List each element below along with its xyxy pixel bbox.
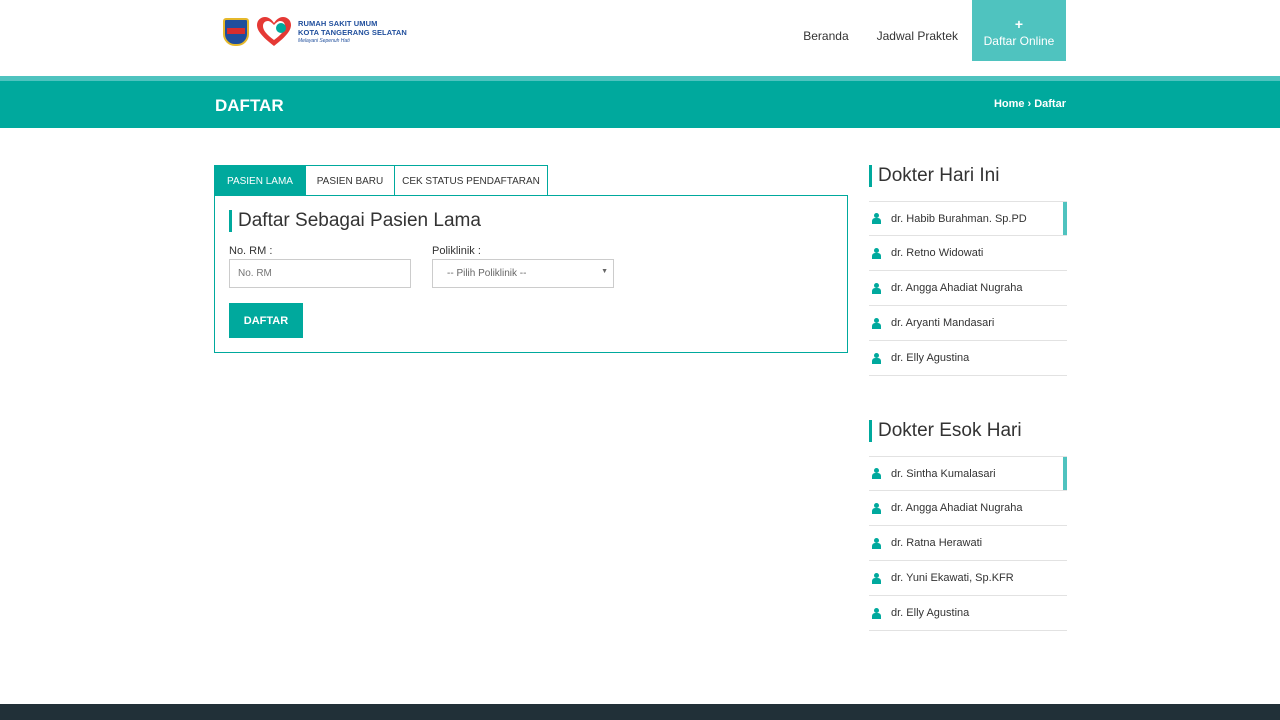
rm-label: No. RM : — [229, 245, 273, 257]
hospital-heart-logo-icon — [255, 16, 293, 48]
doctor-name: dr. Angga Ahadiat Nugraha — [891, 502, 1023, 514]
poliklinik-selected-value: -- Pilih Poliklinik -- — [447, 268, 527, 279]
doctor-list-item[interactable]: dr. Angga Ahadiat Nugraha — [869, 271, 1067, 306]
breadcrumb-home[interactable]: Home — [994, 98, 1025, 110]
registration-tabs: PASIEN LAMA PASIEN BARU CEK STATUS PENDA… — [214, 165, 548, 201]
site-header: RUMAH SAKIT UMUM KOTA TANGERANG SELATAN … — [0, 0, 1280, 76]
doctors-tomorrow-title: Dokter Esok Hari — [869, 420, 1067, 442]
registration-panel: Daftar Sebagai Pasien Lama No. RM : Poli… — [214, 195, 848, 353]
doctor-name: dr. Elly Agustina — [891, 607, 970, 619]
doctor-list-item[interactable]: dr. Elly Agustina — [869, 341, 1067, 376]
doctor-name: dr. Retno Widowati — [891, 247, 984, 259]
tab-cek-status[interactable]: CEK STATUS PENDAFTARAN — [395, 165, 548, 196]
daftar-button[interactable]: DAFTAR — [229, 303, 303, 338]
breadcrumb-separator-icon: › — [1027, 98, 1032, 110]
logo-line-2: KOTA TANGERANG SELATAN — [298, 28, 407, 37]
doctor-list-item[interactable]: dr. Retno Widowati — [869, 236, 1067, 271]
doctor-list-item[interactable]: dr. Aryanti Mandasari — [869, 306, 1067, 341]
main-nav: Beranda Jadwal Praktek + Daftar Online — [789, 0, 1066, 61]
doctor-name: dr. Aryanti Mandasari — [891, 317, 995, 329]
doctors-today-section: Dokter Hari Ini dr. Habib Burahman. Sp.P… — [869, 165, 1067, 376]
nav-beranda[interactable]: Beranda — [789, 0, 862, 61]
doctor-icon — [871, 572, 882, 584]
doctor-icon — [871, 502, 882, 514]
doctor-list-item[interactable]: dr. Habib Burahman. Sp.PD — [869, 201, 1067, 236]
doctor-list-item[interactable]: dr. Sintha Kumalasari — [869, 456, 1067, 491]
nav-daftar-online-label: Daftar Online — [983, 33, 1055, 48]
rm-input[interactable] — [229, 259, 411, 288]
tab-pasien-lama[interactable]: PASIEN LAMA — [214, 165, 306, 201]
page-title: DAFTAR — [215, 96, 284, 115]
doctors-today-list: dr. Habib Burahman. Sp.PD dr. Retno Wido… — [869, 201, 1067, 376]
doctor-list-item[interactable]: dr. Yuni Ekawati, Sp.KFR — [869, 561, 1067, 596]
form-title: Daftar Sebagai Pasien Lama — [229, 210, 481, 232]
doctors-today-title: Dokter Hari Ini — [869, 165, 1067, 187]
logo-line-1: RUMAH SAKIT UMUM — [298, 19, 378, 28]
doctor-name: dr. Angga Ahadiat Nugraha — [891, 282, 1023, 294]
doctors-tomorrow-list: dr. Sintha Kumalasari dr. Angga Ahadiat … — [869, 456, 1067, 631]
poliklinik-select[interactable]: -- Pilih Poliklinik -- ▼ — [432, 259, 614, 288]
doctor-name: dr. Elly Agustina — [891, 352, 970, 364]
doctor-name: dr. Sintha Kumalasari — [891, 467, 996, 480]
nav-daftar-online[interactable]: + Daftar Online — [972, 0, 1066, 61]
caret-down-icon: ▼ — [601, 268, 608, 275]
tab-pasien-baru[interactable]: PASIEN BARU — [306, 165, 395, 196]
doctors-tomorrow-section: Dokter Esok Hari dr. Sintha Kumalasari d… — [869, 420, 1067, 631]
breadcrumb-current: Daftar — [1034, 98, 1066, 110]
site-footer — [0, 704, 1280, 720]
doctor-list-item[interactable]: dr. Elly Agustina — [869, 596, 1067, 631]
doctor-list-item[interactable]: dr. Ratna Herawati — [869, 526, 1067, 561]
doctor-name: dr. Yuni Ekawati, Sp.KFR — [891, 572, 1014, 584]
doctor-icon — [871, 607, 882, 619]
doctor-name: dr. Habib Burahman. Sp.PD — [891, 212, 1027, 225]
nav-jadwal-praktek[interactable]: Jadwal Praktek — [863, 0, 972, 61]
logo-tagline: Melayani Sepenuh Hati — [298, 38, 350, 44]
doctor-name: dr. Ratna Herawati — [891, 537, 983, 549]
doctor-list-item[interactable]: dr. Angga Ahadiat Nugraha — [869, 491, 1067, 526]
poliklinik-label: Poliklinik : — [432, 245, 481, 257]
doctor-icon — [871, 468, 882, 479]
doctor-icon — [871, 247, 882, 259]
doctor-icon — [871, 213, 882, 224]
logo-text: RUMAH SAKIT UMUM KOTA TANGERANG SELATAN … — [298, 19, 407, 45]
nav-jadwal-praktek-label: Jadwal Praktek — [876, 28, 958, 43]
city-seal-icon — [221, 16, 251, 48]
site-logo[interactable]: RUMAH SAKIT UMUM KOTA TANGERANG SELATAN … — [221, 16, 407, 48]
plus-icon: + — [1014, 15, 1024, 32]
doctor-icon — [871, 352, 882, 364]
page-title-bar: DAFTAR Home › Daftar — [0, 81, 1280, 128]
doctor-icon — [871, 317, 882, 329]
doctor-icon — [871, 537, 882, 549]
breadcrumb: Home › Daftar — [994, 98, 1066, 110]
doctor-icon — [871, 282, 882, 294]
nav-beranda-label: Beranda — [803, 28, 849, 43]
